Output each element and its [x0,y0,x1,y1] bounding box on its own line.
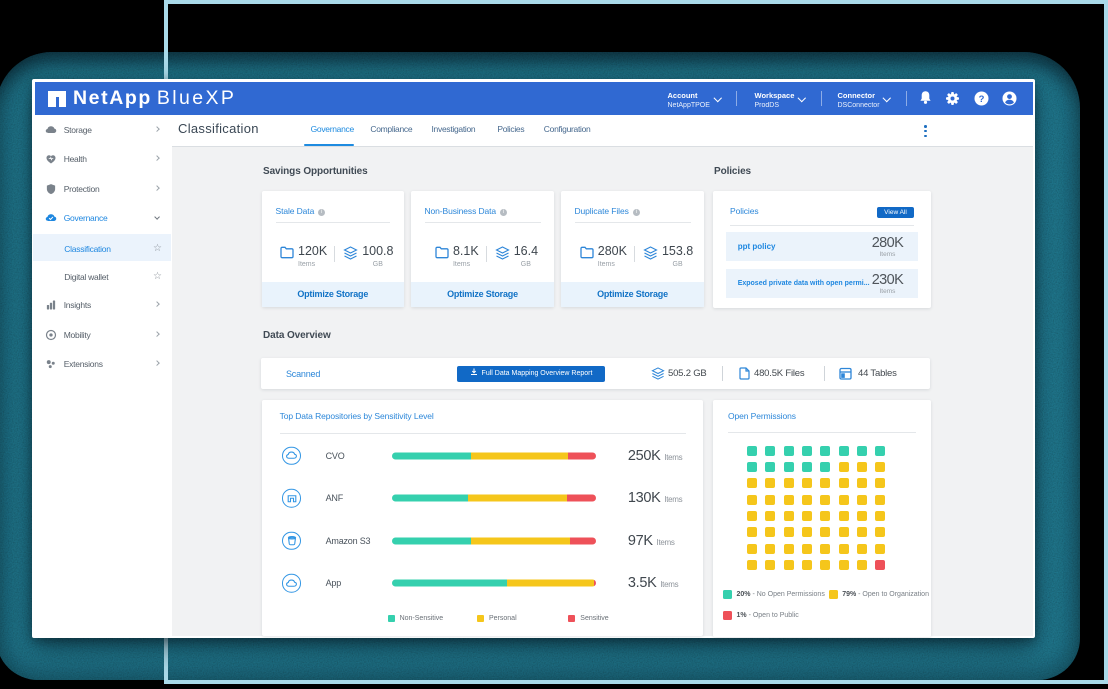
svg-text:?: ? [978,94,984,105]
